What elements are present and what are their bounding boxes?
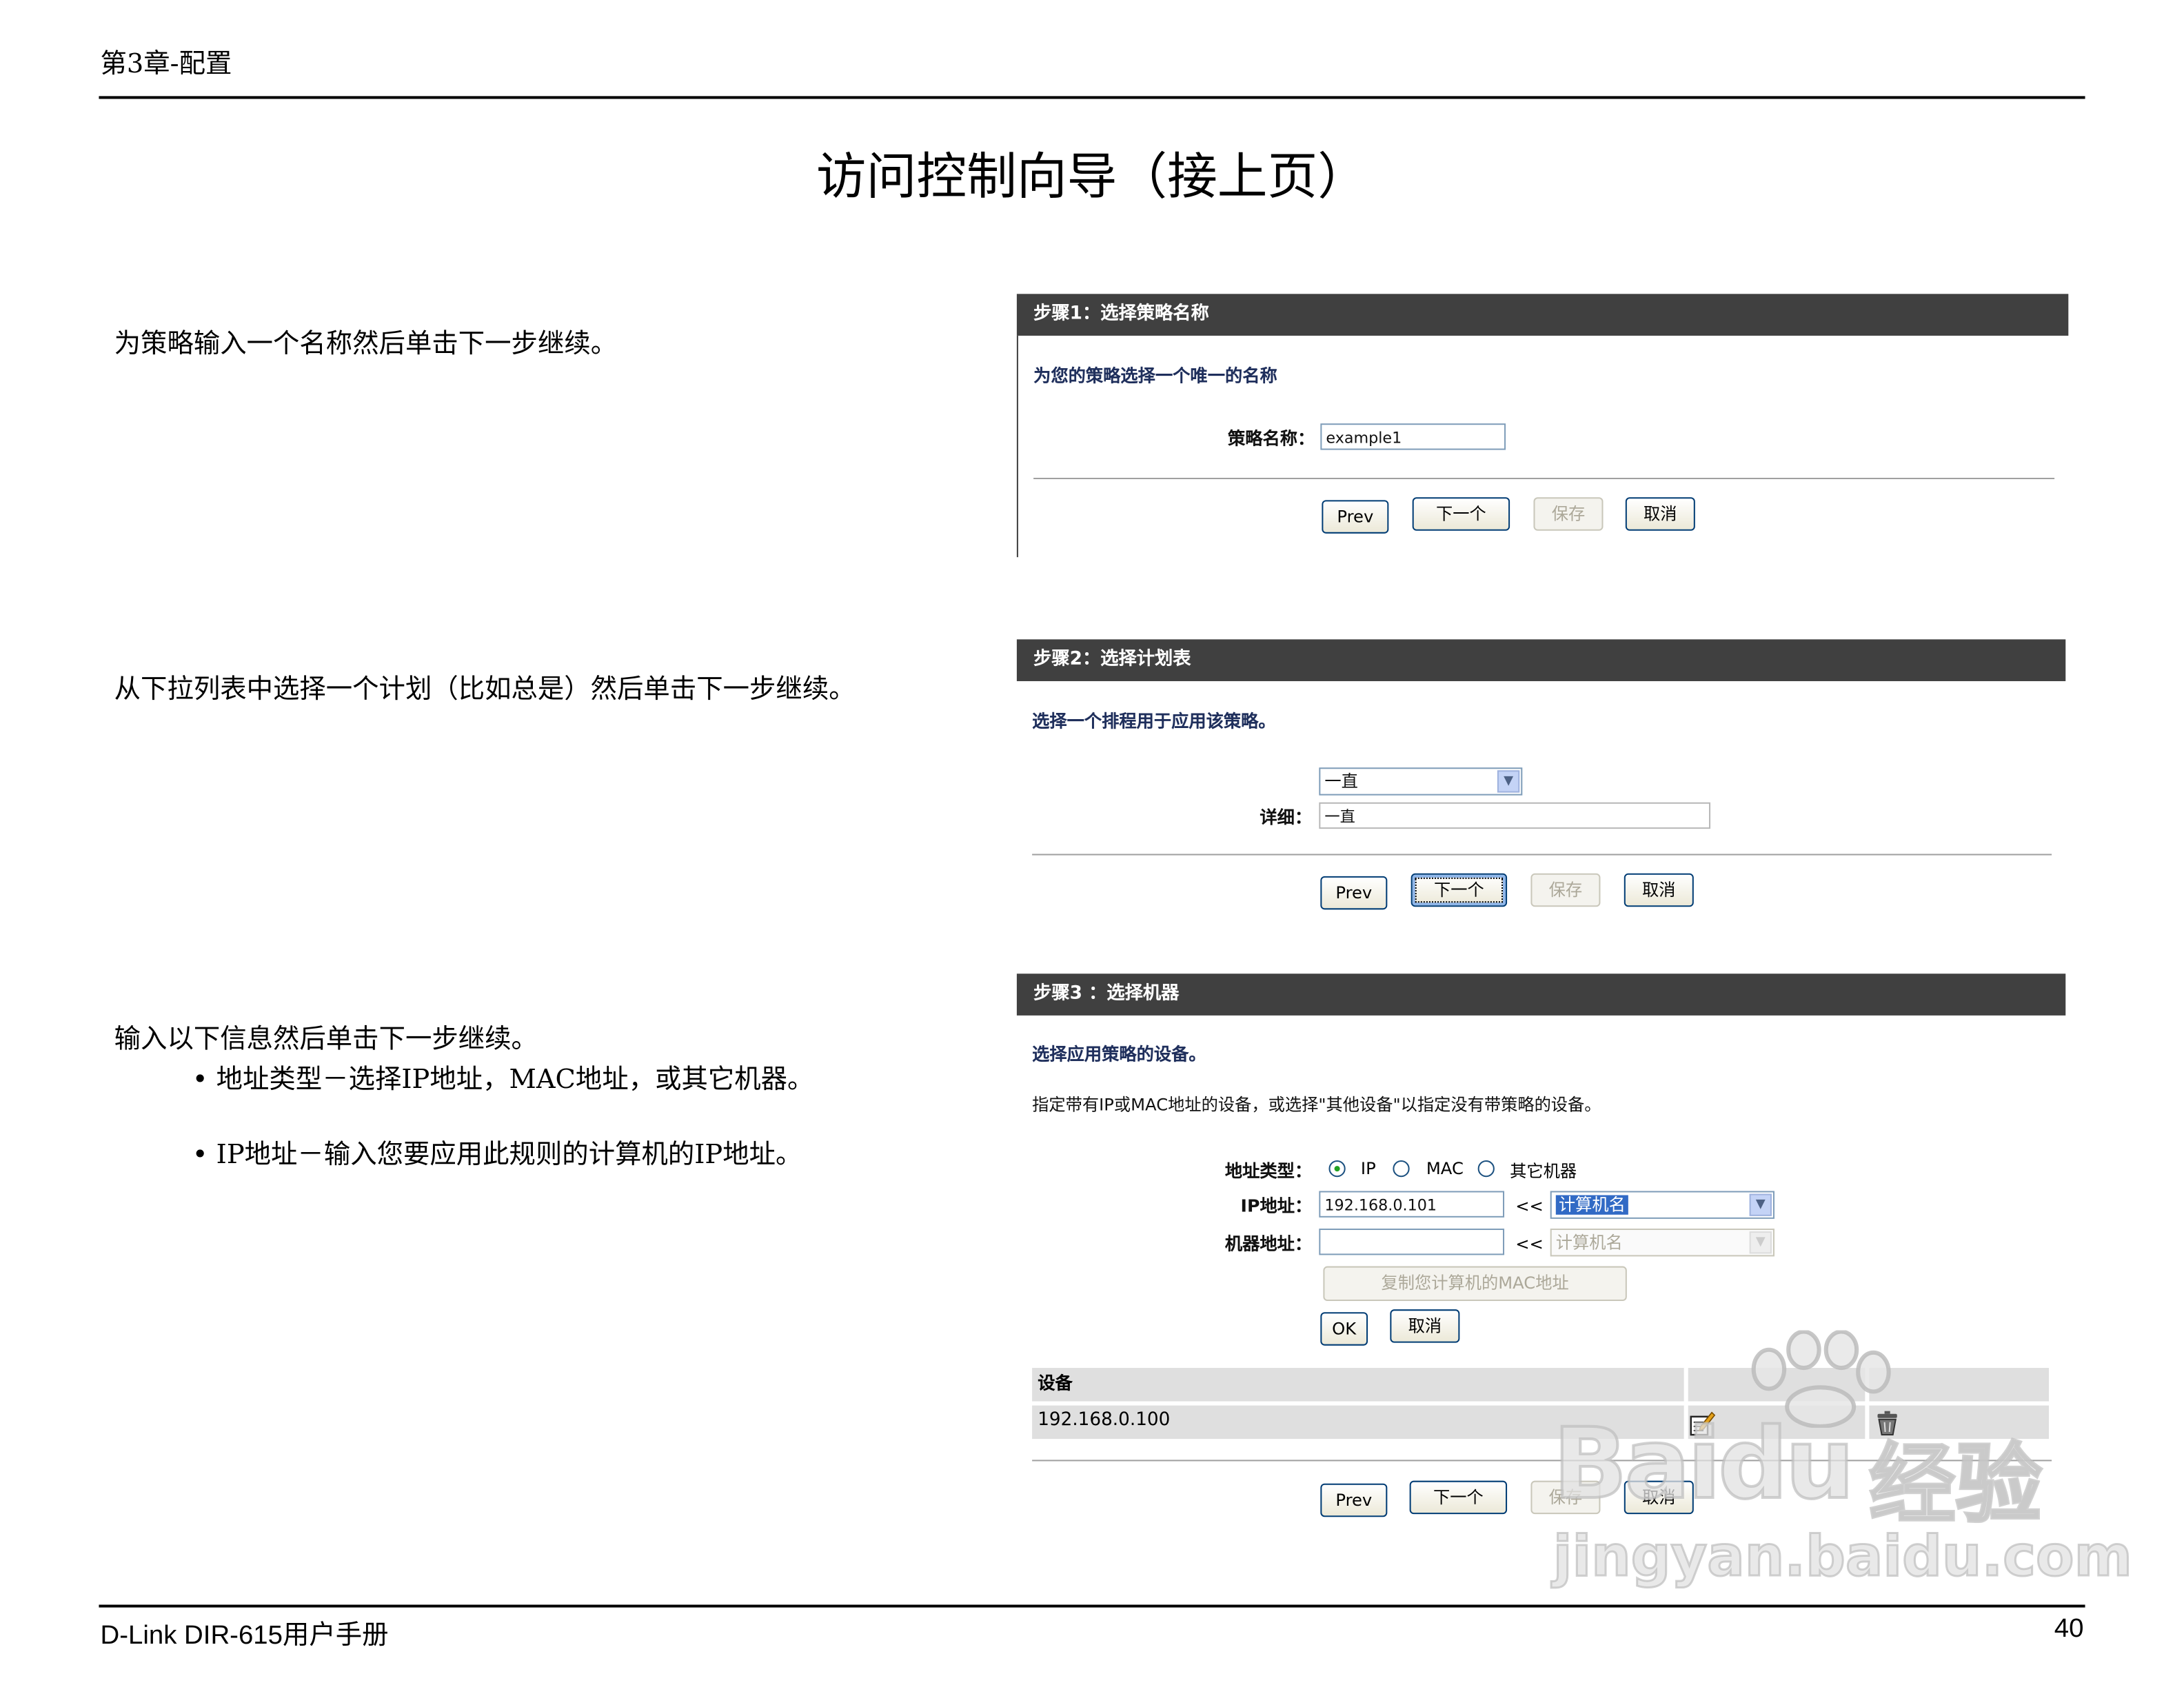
machine-computer-name-select[interactable]: 计算机名 ▼ — [1550, 1228, 1775, 1257]
watermark-brand-bai: Bai — [1552, 1406, 1723, 1523]
section-1-pre: 为策略输入一个名称然后单击 — [114, 328, 458, 360]
footer-rule — [99, 1604, 2085, 1608]
page-title: 访问控制向导（接上页） — [816, 149, 1368, 207]
section-2-bold: 下一步 — [696, 674, 776, 705]
step2-header: 步骤2：选择计划表 — [1016, 639, 2066, 681]
machine-arrows: << — [1515, 1234, 1544, 1254]
section-3-bold: 下一步 — [378, 1023, 458, 1055]
section-2-text: 从下拉列表中选择一个计划（比如总是）然后单击下一步继续。 — [114, 672, 856, 708]
machine-address-input[interactable] — [1319, 1228, 1505, 1255]
watermark-cn: 经验 — [1868, 1432, 2043, 1537]
policy-name-label: 策略名称： — [1227, 427, 1315, 449]
policy-name-input[interactable]: example1 — [1320, 423, 1506, 450]
baidu-watermark: Baidu 经验 jingyan.baidu.com — [1546, 1330, 2133, 1608]
watermark-brand-du: du — [1717, 1406, 1856, 1523]
step3-prev-button[interactable]: Prev — [1320, 1483, 1388, 1517]
ip-arrows: << — [1515, 1196, 1544, 1216]
page-number: 40 — [2054, 1614, 2084, 1644]
watermark-url: jingyan.baidu.com — [1552, 1524, 2133, 1591]
step1-cancel-button[interactable]: 取消 — [1625, 497, 1695, 531]
details-label: 详细： — [1260, 806, 1313, 828]
step3-instruction: 指定带有IP或MAC地址的设备，或选择"其他设备"以指定没有带策略的设备。 — [1032, 1095, 1601, 1115]
ok-button[interactable]: OK — [1320, 1312, 1368, 1346]
step1-header: 步骤1：选择策略名称 — [1016, 294, 2069, 336]
ip-computer-name-value: 计算机名 — [1555, 1195, 1628, 1215]
ip-computer-name-select[interactable]: 计算机名 ▼ — [1550, 1191, 1775, 1219]
schedule-select-value: 一直 — [1324, 771, 1358, 791]
radio-other-machine[interactable] — [1477, 1160, 1495, 1178]
manual-page: 第3章-配置 访问控制向导（接上页） 为策略输入一个名称然后单击下一步继续。 从… — [0, 0, 2184, 1705]
chevron-down-icon: ▼ — [1749, 1193, 1772, 1216]
bullet-address-type: • 地址类型－选择IP地址，MAC地址，或其它机器。 — [192, 1064, 814, 1096]
footer-manual-title: D-Link DIR-615用户手册 — [100, 1621, 389, 1651]
section-1-post: 继续。 — [537, 328, 618, 360]
step2-save-button[interactable]: 保存 — [1530, 873, 1601, 907]
watermark-brand: Baidu — [1552, 1406, 1857, 1523]
step1-divider — [1033, 477, 2055, 480]
machine-computer-name-value: 计算机名 — [1555, 1233, 1623, 1253]
chapter-header: 第3章-配置 — [100, 48, 232, 80]
step1-panel: 步骤1：选择策略名称 为您的策略选择一个唯一的名称 策略名称： example1… — [1016, 294, 2069, 558]
radio-ip[interactable] — [1328, 1160, 1346, 1178]
chevron-down-icon: ▼ — [1497, 770, 1520, 793]
section-3-pre: 输入以下信息然后单击 — [114, 1023, 379, 1055]
step3-form-cancel-button[interactable]: 取消 — [1390, 1309, 1460, 1343]
copy-mac-button[interactable]: 复制您计算机的MAC地址 — [1323, 1266, 1627, 1302]
step2-cancel-button[interactable]: 取消 — [1624, 873, 1694, 907]
step1-left-border — [1016, 335, 1018, 558]
section-2-pre: 从下拉列表中选择一个计划（比如总是）然后单击 — [114, 674, 697, 705]
step3-header: 步骤3 ：选择机器 — [1016, 973, 2066, 1016]
radio-ip-label: IP — [1360, 1158, 1376, 1179]
step1-prev-button[interactable]: Prev — [1322, 500, 1389, 534]
header-rule — [99, 96, 2085, 99]
step2-next-button[interactable]: 下一个 — [1410, 873, 1508, 907]
radio-other-label: 其它机器 — [1510, 1162, 1577, 1182]
step1-prompt: 为您的策略选择一个唯一的名称 — [1033, 365, 1277, 386]
ip-address-label: IP地址： — [1240, 1195, 1313, 1216]
details-field: 一直 — [1319, 802, 1711, 829]
schedule-select[interactable]: 一直 ▼ — [1319, 767, 1523, 796]
step2-panel: 步骤2：选择计划表 选择一个排程用于应用该策略。 一直 ▼ 详细： 一直 Pre… — [1016, 639, 2068, 918]
ip-address-input[interactable]: 192.168.0.101 — [1319, 1191, 1505, 1218]
step3-prompt: 选择应用策略的设备。 — [1032, 1043, 1206, 1065]
section-2-post: 继续。 — [776, 674, 856, 705]
section-1-bold: 下一步 — [458, 328, 538, 360]
bullet-ip-address: • IP地址－输入您要应用此规则的计算机的IP地址。 — [192, 1139, 802, 1171]
radio-mac-label: MAC — [1426, 1158, 1464, 1179]
step2-prompt: 选择一个排程用于应用该策略。 — [1032, 710, 1276, 732]
section-1-text: 为策略输入一个名称然后单击下一步继续。 — [114, 326, 617, 363]
step1-next-button[interactable]: 下一个 — [1412, 497, 1510, 531]
step1-save-button[interactable]: 保存 — [1533, 497, 1604, 531]
chevron-down-icon: ▼ — [1749, 1231, 1772, 1254]
radio-mac[interactable] — [1393, 1160, 1410, 1178]
section-3-post: 继续。 — [458, 1023, 538, 1055]
address-type-label: 地址类型： — [1224, 1160, 1313, 1182]
step3-next-button[interactable]: 下一个 — [1409, 1480, 1508, 1515]
step2-prev-button[interactable]: Prev — [1320, 876, 1388, 910]
step2-divider — [1032, 854, 2052, 856]
machine-address-label: 机器地址： — [1224, 1233, 1313, 1254]
section-3-text: 输入以下信息然后单击下一步继续。 — [114, 1021, 538, 1058]
